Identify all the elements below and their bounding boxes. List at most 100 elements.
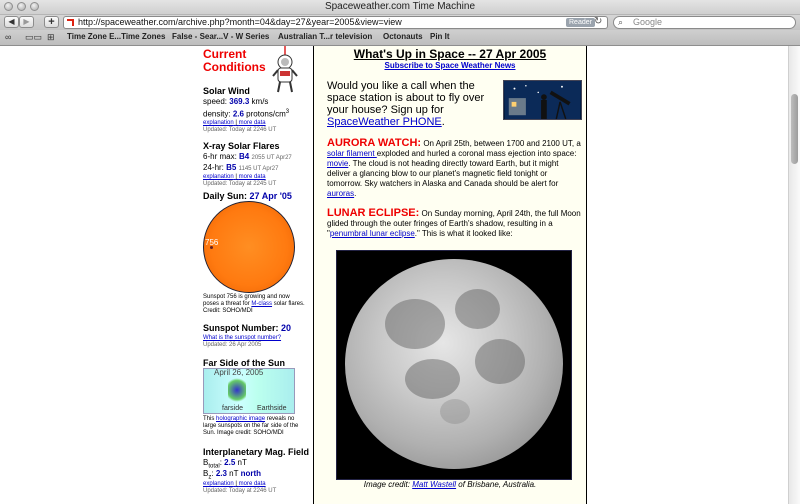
browser-toolbar: ◀ ▶ + http://spaceweather.com/archive.ph…	[0, 15, 800, 30]
sunspot-number-label: 756	[205, 238, 219, 247]
penumbral-eclipse-link[interactable]: penumbral lunar eclipse	[330, 229, 415, 238]
xray-links: explanation | more data	[203, 174, 266, 180]
sunspot-label: Sunspot Number:	[203, 323, 279, 333]
forward-arrow-icon: ▶	[23, 17, 30, 26]
speed-label: speed:	[203, 97, 228, 106]
solar-wind-links: explanation | more data	[203, 120, 266, 126]
bookmarks-bar: ∞ ▭▭ ⊞ Time Zone E...Time Zones False - …	[0, 30, 800, 46]
add-bookmark-button[interactable]: +	[44, 16, 59, 28]
speed-value: 369.3	[229, 97, 250, 106]
subscribe-link[interactable]: Subscribe to Space Weather News	[314, 61, 586, 70]
bookmarks-book-icon[interactable]: ▭▭	[25, 32, 42, 43]
sunspot-updated: Updated: 26 Apr 2005	[203, 342, 262, 348]
search-field[interactable]: ⌕ Google	[613, 16, 796, 29]
xray-6hr-label: 6-hr max:	[203, 152, 237, 161]
imf-links: explanation | more data	[203, 481, 266, 487]
density-label: density:	[203, 109, 231, 119]
more-data-link[interactable]: more data	[239, 481, 266, 487]
xray-24hr-time: 1145 UT Apr27	[238, 166, 279, 172]
window-title: Spaceweather.com Time Machine	[324, 1, 476, 12]
bookmark-item[interactable]: Australian T...r television	[278, 32, 372, 41]
caption-text: This	[203, 416, 217, 422]
aurora-watch-story: AURORA WATCH: On April 25th, between 170…	[327, 138, 583, 199]
m-class-link[interactable]: M-class	[251, 301, 272, 307]
btotal-unit: nT	[237, 458, 247, 467]
bz-separator: :	[211, 469, 214, 478]
bookmark-item[interactable]: False - Sear...V - W Series	[172, 32, 269, 41]
explanation-link[interactable]: explanation	[203, 481, 234, 487]
main-content-column: What's Up in Space -- 27 Apr 2005 Subscr…	[313, 46, 587, 504]
far-side-image[interactable]: April 26, 2005 farside Earthside	[203, 368, 295, 414]
more-data-link[interactable]: more data	[239, 174, 266, 180]
xray-24hr-label: 24-hr:	[203, 163, 224, 172]
movie-link[interactable]: movie	[327, 159, 348, 168]
explanation-link[interactable]: explanation	[203, 174, 234, 180]
spaceweather-phone-link[interactable]: SpaceWeather PHONE	[327, 116, 442, 128]
moon-mare	[455, 289, 500, 329]
xray-6hr-time: 2055 UT Apr27	[251, 155, 292, 161]
sunspot-info-link[interactable]: What is the sunspot number?	[203, 335, 281, 341]
bookmark-item[interactable]: Time Zone E...Time Zones	[67, 32, 165, 41]
astronaut-icon	[272, 46, 298, 93]
scrollbar-thumb[interactable]	[791, 94, 798, 164]
imf-heading: Interplanetary Mag. Field	[203, 447, 310, 457]
reload-icon[interactable]: ↻	[594, 16, 602, 27]
full-moon-image	[345, 259, 563, 469]
explanation-link[interactable]: explanation	[203, 120, 234, 126]
current-conditions-title: Current Conditions	[203, 48, 266, 74]
back-button[interactable]: ◀	[4, 16, 19, 28]
btotal-separator: :	[219, 458, 222, 467]
holographic-image-link[interactable]: holographic image	[216, 416, 265, 422]
density-unit-superscript: 3	[285, 109, 290, 115]
web-page: Current Conditions Solar Wind speed: 369…	[0, 46, 788, 504]
xray-updated: Updated: Today at 2245 UT	[203, 181, 277, 187]
imf-bz: Bz: 2.3 nT north	[203, 469, 261, 481]
xray-flares-heading: X-ray Solar Flares	[203, 141, 280, 151]
credit-text: of Brisbane, Australia.	[456, 480, 537, 489]
back-arrow-icon: ◀	[8, 17, 15, 26]
imf-updated: Updated: Today at 2246 UT	[203, 488, 277, 494]
density-value: 2.6	[232, 109, 244, 119]
bookmark-item[interactable]: Pin It	[430, 32, 450, 41]
btotal-value: 2.5	[224, 458, 236, 467]
lunar-eclipse-story: LUNAR ECLIPSE: On Sunday morning, April …	[327, 208, 583, 239]
spaceweather-phone-promo: Would you like a call when the space sta…	[327, 80, 502, 128]
link-separator: |	[235, 120, 237, 126]
daily-sun-label: Daily Sun:	[203, 191, 248, 201]
story-text: ." This is what it looked like:	[414, 229, 513, 238]
far-side-caption: This holographic image reveals no large …	[203, 416, 305, 437]
daily-sun-caption: Sunspot 756 is growing and now poses a t…	[203, 294, 305, 315]
plus-icon: +	[48, 16, 55, 28]
search-icon: ⌕	[618, 17, 624, 27]
solar-wind-speed: speed: 369.3 km/s	[203, 97, 268, 106]
farside-label: farside	[222, 405, 244, 412]
solar-filament-link[interactable]: solar filament	[327, 149, 377, 158]
daily-sun-image[interactable]	[203, 201, 295, 293]
address-bar[interactable]: http://spaceweather.com/archive.php?mont…	[63, 16, 608, 29]
bookmark-item[interactable]: Octonauts	[383, 32, 423, 41]
photographer-link[interactable]: Matt Wastell	[412, 480, 456, 489]
xray-24hr: 24-hr: B5 1145 UT Apr27	[203, 163, 278, 172]
story-text: .	[354, 189, 357, 198]
moon-mare	[405, 359, 460, 399]
lunar-eclipse-photo[interactable]	[336, 250, 572, 480]
reader-button[interactable]: Reader	[566, 18, 595, 27]
vertical-scrollbar[interactable]	[788, 46, 800, 504]
xray-6hr-value: B4	[239, 152, 250, 161]
reading-list-icon[interactable]: ∞	[5, 32, 11, 42]
solar-wind-density: density: 2.6 protons/cm3	[203, 109, 289, 119]
bz-direction: north	[240, 469, 262, 478]
xray-24hr-value: B5	[226, 163, 237, 172]
grid-icon[interactable]: ⊞	[47, 32, 55, 43]
solar-wind-heading: Solar Wind	[203, 86, 250, 96]
more-data-link[interactable]: more data	[239, 120, 266, 126]
speed-unit: km/s	[251, 97, 269, 106]
forward-button[interactable]: ▶	[19, 16, 34, 28]
auroras-link[interactable]: auroras	[327, 189, 354, 198]
moon-mare	[385, 299, 445, 349]
story-text: . The cloud is not heading directly towa…	[327, 159, 559, 188]
sunspot-number-heading: Sunspot Number: 20	[203, 323, 291, 333]
title-line: Current	[203, 47, 247, 61]
stargazer-telescope-image[interactable]	[503, 80, 582, 120]
story-text: exploded and hurled a coronal mass eject…	[376, 149, 577, 158]
